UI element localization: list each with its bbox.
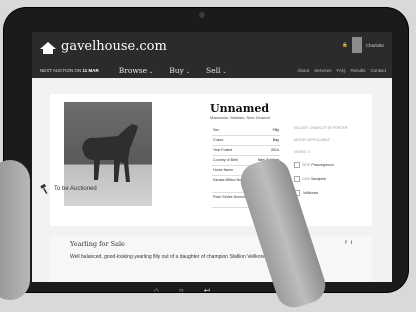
navbar: NEXT AUCTION ON 11 MAR Browse ⌄ Buy ⌄ Sell… <box>32 62 392 78</box>
main-menu: Browse ⌄ Buy ⌄ Sell ⌄ <box>119 66 227 75</box>
circle-icon[interactable]: ○ <box>179 286 184 292</box>
facebook-icon[interactable]: f <box>345 240 346 246</box>
detail-row: Sex Filly <box>212 126 280 136</box>
logo[interactable]: gavelhouse.com <box>40 39 167 54</box>
user-area[interactable]: 🔒 Charlotte <box>342 37 384 53</box>
next-auction: NEXT AUCTION ON 11 MAR <box>40 67 99 73</box>
chevron-down-icon: ⌄ <box>149 68 154 75</box>
chevron-down-icon: ⌄ <box>222 68 227 75</box>
tablet-frame: gavelhouse.com 🔒 Charlotte NEXT AUCTION … <box>4 8 408 292</box>
listing-panel: Unnamed Matamata, Waikato, New Zealand S… <box>50 94 372 226</box>
checkbox-icon <box>294 162 300 168</box>
pedigree-item[interactable]: SIRE Prancegmoon <box>294 162 366 168</box>
site-header: gavelhouse.com 🔒 Charlotte NEXT AUCTION … <box>32 32 392 78</box>
menu-buy[interactable]: Buy ⌄ <box>169 66 190 75</box>
nav-link-about[interactable]: About <box>297 68 309 73</box>
avatar[interactable] <box>351 37 362 53</box>
views-label: VIEWS: 0 <box>294 150 310 154</box>
home-icon[interactable]: ⌂ <box>154 286 159 292</box>
share-icons: f t <box>345 240 352 246</box>
sale-description: Well balanced, good-looking yearling fil… <box>70 254 272 260</box>
logo-text: gavelhouse.com <box>61 39 167 54</box>
menu-sell[interactable]: Sell ⌄ <box>206 66 227 75</box>
seller-label: SELLER: CHARLOTTE PORTER <box>294 126 348 130</box>
nav-link-results[interactable]: Results <box>350 68 365 73</box>
pedigree-item[interactable]: Vellkorad <box>294 190 366 196</box>
nav-link-contact[interactable]: Contact <box>370 68 386 73</box>
sale-title: Yearling for Sale <box>70 240 125 248</box>
auction-status-label: To be Auctioned <box>54 186 97 192</box>
camera <box>199 12 205 18</box>
nav-link-faq[interactable]: FAQ <box>336 68 345 73</box>
checkbox-icon <box>294 176 300 182</box>
nav-link-services[interactable]: Services <box>314 68 331 73</box>
detail-row: Year Foaled 2014 <box>212 146 280 156</box>
user-name: Charlotte <box>365 42 384 48</box>
gavel-icon <box>40 184 48 194</box>
pedigree-item[interactable]: DAM Sandpink <box>294 176 366 182</box>
horse-location: Matamata, Waikato, New Zealand <box>210 115 271 120</box>
lock-icon: 🔒 <box>342 42 348 47</box>
sale-section: Yearling for Sale Well balanced, good-lo… <box>50 236 372 282</box>
horse-image <box>82 124 138 182</box>
seller-info: SELLER: CHARLOTTE PORTER MOOST APPLICABL… <box>294 126 366 204</box>
detail-row: Colour Bay <box>212 136 280 146</box>
left-hand <box>0 160 30 300</box>
tablet-soft-keys: ⌂ ○ ↩ <box>154 286 210 292</box>
location-label: MOOST APPLICABLE <box>294 138 330 142</box>
chevron-down-icon: ⌄ <box>185 68 191 75</box>
auction-status: To be Auctioned <box>40 184 97 194</box>
back-icon[interactable]: ↩ <box>204 286 211 292</box>
menu-browse[interactable]: Browse ⌄ <box>119 66 154 75</box>
horse-name: Unnamed <box>210 102 270 115</box>
twitter-icon[interactable]: t <box>351 240 352 246</box>
screen: gavelhouse.com 🔒 Charlotte NEXT AUCTION … <box>32 32 392 282</box>
nav-links: About Services FAQ Results Contact <box>297 68 386 73</box>
house-logo-icon <box>40 40 56 54</box>
